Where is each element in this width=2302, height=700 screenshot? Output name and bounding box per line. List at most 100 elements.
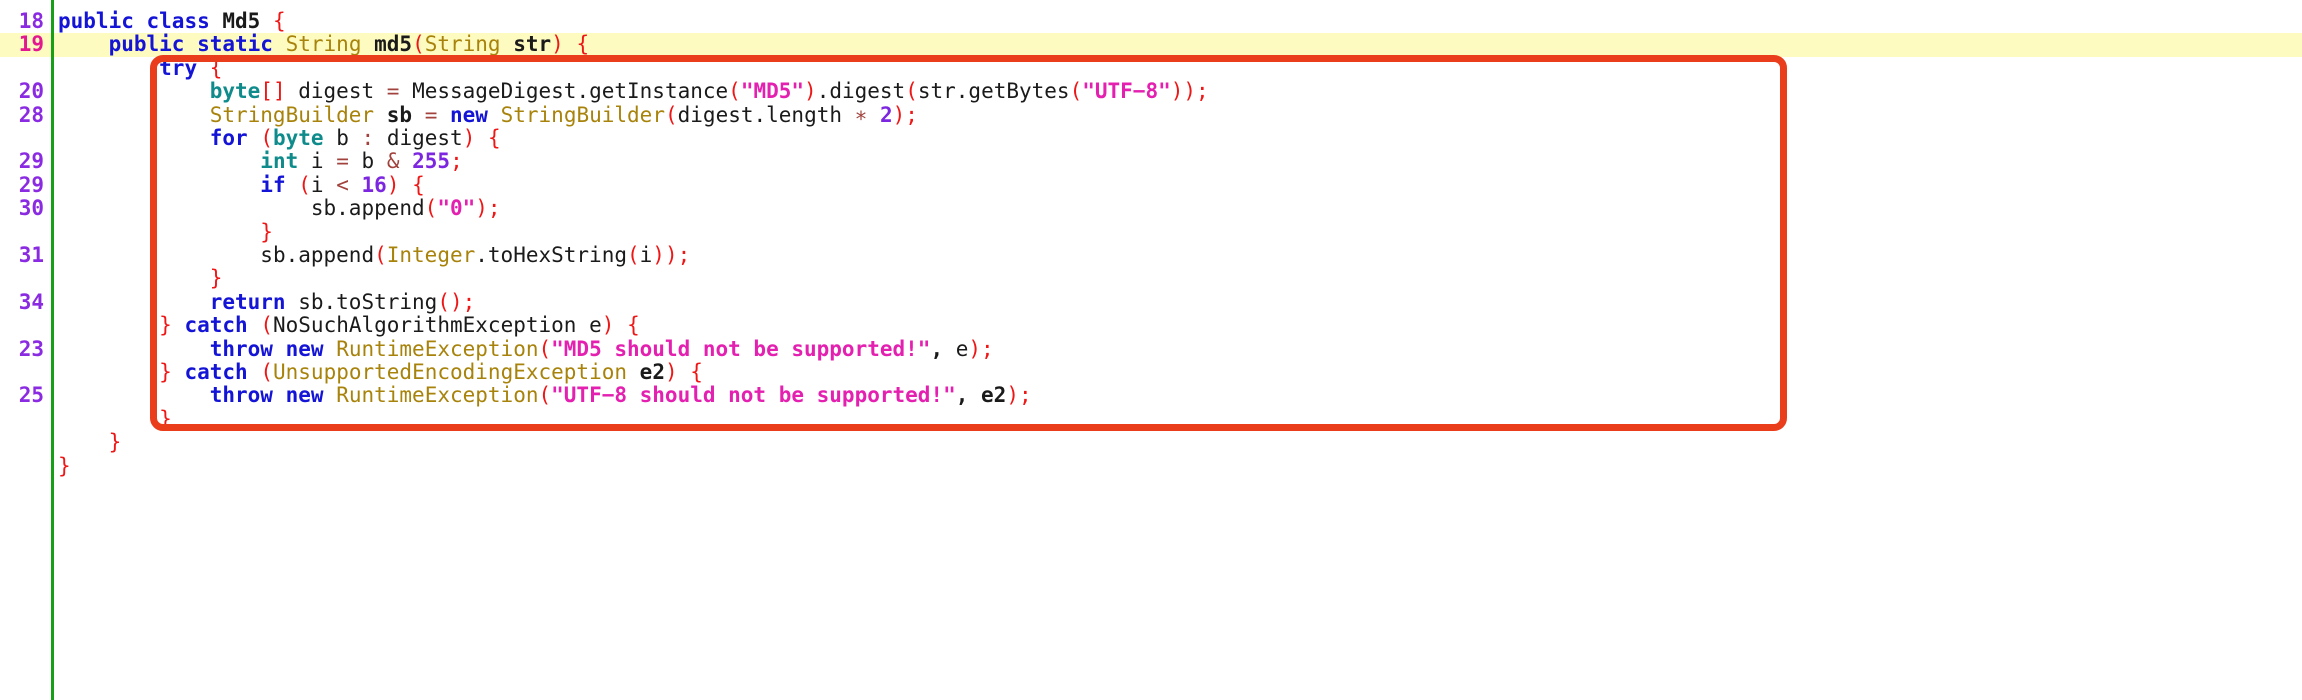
token-id [184,32,197,56]
token-idb: str [513,32,552,57]
code-line[interactable]: } catch (UnsupportedEncodingException e2… [0,360,2302,384]
code-text[interactable]: } [58,406,172,431]
token-id: digest [298,79,375,104]
code-line[interactable]: 29 int i = b & 255; [0,149,2302,174]
token-id [374,126,387,150]
code-line[interactable]: } catch (NoSuchAlgorithmException e) { [0,313,2302,338]
line-number: 20 [18,79,44,104]
code-line[interactable]: try { [0,55,2302,80]
line-number: 25 [18,383,44,408]
code-text[interactable]: } [58,220,273,244]
token-id [842,103,855,127]
token-id [374,103,387,127]
token-id: MessageDigest.getInstance [412,79,729,104]
code-text[interactable]: } catch (UnsupportedEncodingException e2… [58,360,703,384]
code-line[interactable]: } [0,406,2302,431]
code-line[interactable]: for (byte b : digest) { [0,126,2302,150]
code-line[interactable]: } [0,220,2302,244]
token-kw: throw [209,383,273,408]
code-text[interactable]: } catch (NoSuchAlgorithmException e) { [58,313,640,338]
token-typ: byte [209,79,261,104]
token-cls: StringBuilder [209,102,375,127]
code-text[interactable]: int i = b & 255; [58,149,462,174]
code-text[interactable]: throw new RuntimeException("UTF−8 should… [58,384,1032,407]
token-pun: ( [424,196,438,221]
code-text[interactable]: if (i < 16) { [58,172,425,197]
token-cls: UnsupportedEncodingException [273,360,628,384]
token-pun: } [159,406,172,431]
token-id [298,149,311,173]
code-line[interactable]: 30 sb.append("0"); [0,196,2302,221]
token-str: "MD5" [740,79,805,104]
code-line[interactable]: 19 public static String md5(String str) … [0,32,2302,57]
token-kw: new [285,336,324,361]
token-num: 255 [412,149,451,174]
line-number: 34 [18,289,44,314]
code-text[interactable]: public static String md5(String str) { [58,32,590,57]
code-line[interactable]: 29 if (i < 16) { [0,172,2302,197]
token-op: : [361,126,375,150]
code-line[interactable]: 34 return sb.toString(); [0,289,2302,314]
code-line[interactable]: } [0,267,2302,290]
code-text[interactable]: sb.append(Integer.toHexString(i)); [58,243,690,267]
code-line[interactable]: } [0,454,2302,478]
code-editor[interactable]: 18 public class Md5 {19 public static Str… [0,0,2302,700]
code-text[interactable]: public class Md5 { [58,9,286,33]
token-pun: ( [374,243,387,267]
code-text[interactable]: StringBuilder sb = new StringBuilder(dig… [58,102,918,127]
token-kw: if [260,172,286,197]
token-id: i [310,149,324,174]
code-line[interactable]: 18 public class Md5 { [0,9,2302,33]
code-text[interactable]: try { [58,55,223,80]
token-id [475,126,488,150]
token-pun: ) [664,360,678,384]
token-pun: } [159,360,172,384]
token-id [576,313,589,337]
code-line[interactable]: } [0,430,2302,454]
code-line[interactable]: 20 byte[] digest = MessageDigest.getInst… [0,79,2302,104]
code-text[interactable]: for (byte b : digest) { [58,126,501,150]
token-id: sb.toString [298,289,438,314]
token-op: ∗ [854,102,868,127]
token-pun: ) [551,32,564,57]
token-id [273,337,286,361]
token-id [58,243,260,267]
token-id [172,313,185,337]
code-text[interactable]: sb.append("0"); [58,196,501,221]
code-text[interactable]: throw new RuntimeException("MD5 should n… [58,336,994,361]
token-id [374,79,387,103]
token-id: b [361,149,375,174]
token-id [324,149,337,173]
token-id [399,173,412,197]
line-number: 29 [18,172,44,197]
code-text[interactable]: } [58,267,223,290]
token-id [488,103,501,127]
token-pun: ( [260,313,273,338]
code-text[interactable]: } [58,430,122,454]
code-text[interactable]: return sb.toString(); [58,289,476,314]
code-line[interactable]: 23 throw new RuntimeException("MD5 shoul… [0,336,2302,361]
token-id [58,126,210,150]
token-kw: return [209,289,286,314]
token-pun: ) [892,102,906,127]
line-number: 30 [18,196,44,221]
token-pun: ( [905,79,918,104]
token-kw: static [197,32,273,57]
token-id [374,149,387,173]
token-idb: Md5 [222,9,261,33]
code-line[interactable]: 31 sb.append(Integer.toHexString(i)); [0,243,2302,267]
token-pun: ( [1069,79,1083,104]
code-text[interactable]: } [58,454,71,478]
code-line[interactable]: 25 throw new RuntimeException("UTF−8 sho… [0,383,2302,408]
token-kw: for [209,126,248,150]
token-cls: String [285,32,362,57]
token-pun: { [209,55,223,80]
token-pun: ; [1196,79,1209,104]
token-id: sb.append [310,196,425,221]
token-num: 16 [361,172,387,197]
code-text[interactable]: byte[] digest = MessageDigest.getInstanc… [58,79,1209,104]
token-str: "UTF−8 should not be supported!" [551,383,956,408]
token-id [134,9,147,33]
token-cls: RuntimeException [336,383,539,408]
code-line[interactable]: 28 StringBuilder sb = new StringBuilder(… [0,102,2302,127]
